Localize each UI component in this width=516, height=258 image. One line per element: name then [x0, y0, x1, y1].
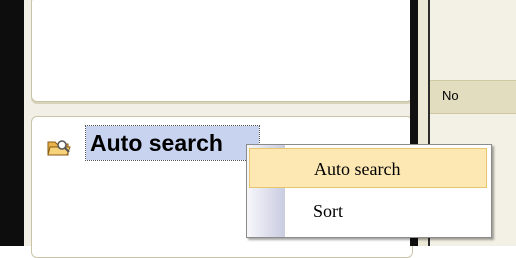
- folder-search-icon: [46, 136, 72, 158]
- menu-item-sort[interactable]: Sort: [249, 191, 487, 231]
- column-header-label: No: [442, 88, 459, 103]
- context-menu: Auto search Sort: [246, 144, 492, 238]
- window-left-edge: [0, 0, 24, 246]
- sidebar-top-box: [31, 0, 413, 102]
- sidebar-item-auto-search[interactable]: Auto search: [85, 125, 260, 161]
- menu-item-label: Auto search: [314, 159, 401, 179]
- menu-item-auto-search[interactable]: Auto search: [249, 148, 487, 188]
- menu-item-label: Sort: [313, 201, 344, 221]
